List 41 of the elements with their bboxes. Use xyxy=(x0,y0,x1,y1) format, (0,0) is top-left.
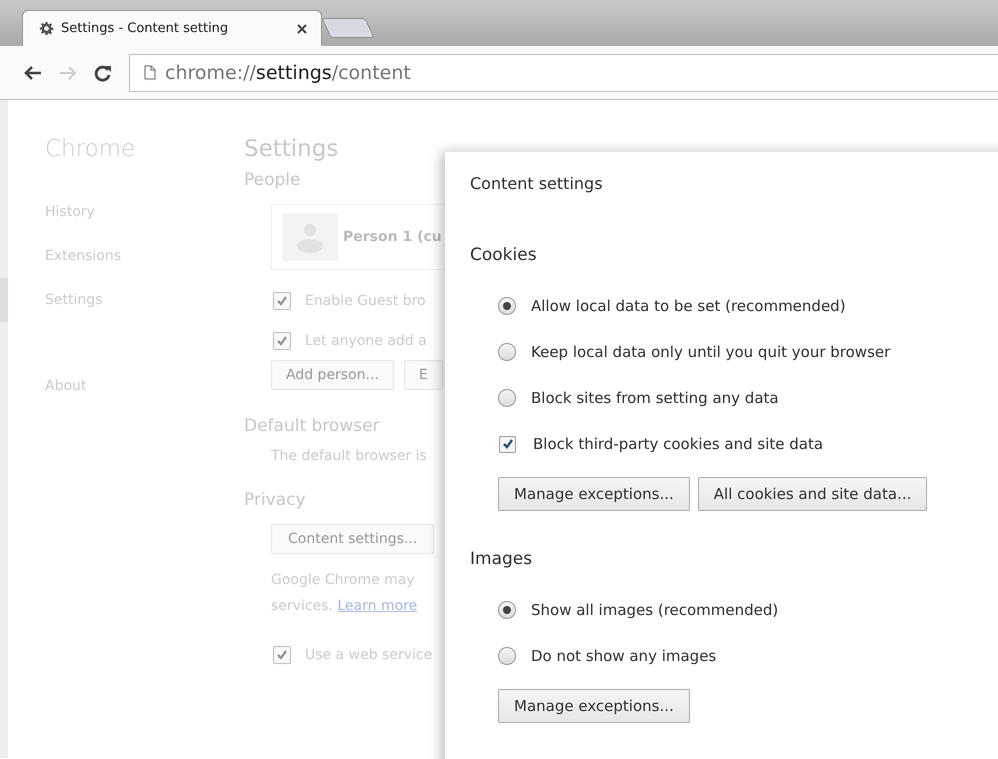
radio-button[interactable] xyxy=(498,297,516,315)
dialog-button[interactable]: Manage exceptions... xyxy=(498,477,690,511)
radio-label: Allow local data to be set (recommended) xyxy=(531,297,846,315)
dialog-button[interactable]: All cookies and site data... xyxy=(698,477,928,511)
checkmark-icon xyxy=(276,335,288,347)
section-heading: Images xyxy=(470,549,534,569)
address-bar[interactable]: chrome://settings/content xyxy=(129,54,998,92)
reload-icon[interactable] xyxy=(94,64,112,82)
back-icon[interactable] xyxy=(24,64,42,80)
checkbox[interactable] xyxy=(273,332,291,350)
checkmark-icon xyxy=(276,649,288,661)
checkbox[interactable] xyxy=(499,436,516,452)
dialog-title: Content settings xyxy=(470,174,604,193)
learn-more-link[interactable]: Learn more xyxy=(337,598,418,614)
page-icon xyxy=(144,65,156,80)
avatar-icon xyxy=(282,213,338,261)
radio-button[interactable] xyxy=(498,389,516,407)
checkbox[interactable] xyxy=(273,292,291,310)
profile-button[interactable]: E xyxy=(404,360,443,390)
checkmark-icon xyxy=(502,438,514,450)
profile-name: Person 1 (cu xyxy=(343,229,442,245)
section-heading: Cookies xyxy=(470,245,538,265)
radio-label: Show all images (recommended) xyxy=(531,601,778,619)
radio-button[interactable] xyxy=(498,601,516,619)
forward-icon[interactable] xyxy=(59,64,77,80)
checkbox-label: Block third-party cookies and site data xyxy=(533,435,824,453)
gear-icon xyxy=(39,21,54,36)
radio-label: Do not show any images xyxy=(531,647,716,665)
checkmark-icon xyxy=(276,295,288,307)
radio-button[interactable] xyxy=(498,647,516,665)
browser-tab[interactable]: Settings - Content setting xyxy=(22,10,322,46)
checkbox[interactable] xyxy=(273,646,291,664)
tab-title: Settings - Content setting xyxy=(61,21,230,36)
content-settings-button[interactable]: Content settings... xyxy=(271,524,434,554)
radio-label: Block sites from setting any data xyxy=(531,389,779,407)
radio-button[interactable] xyxy=(498,343,516,361)
close-icon[interactable] xyxy=(297,24,307,34)
radio-label: Keep local data only until you quit your browser xyxy=(531,343,890,361)
profile-button[interactable]: Add person... xyxy=(271,360,394,390)
dialog-button[interactable]: Manage exceptions... xyxy=(498,689,690,723)
new-tab-button[interactable] xyxy=(321,18,375,38)
